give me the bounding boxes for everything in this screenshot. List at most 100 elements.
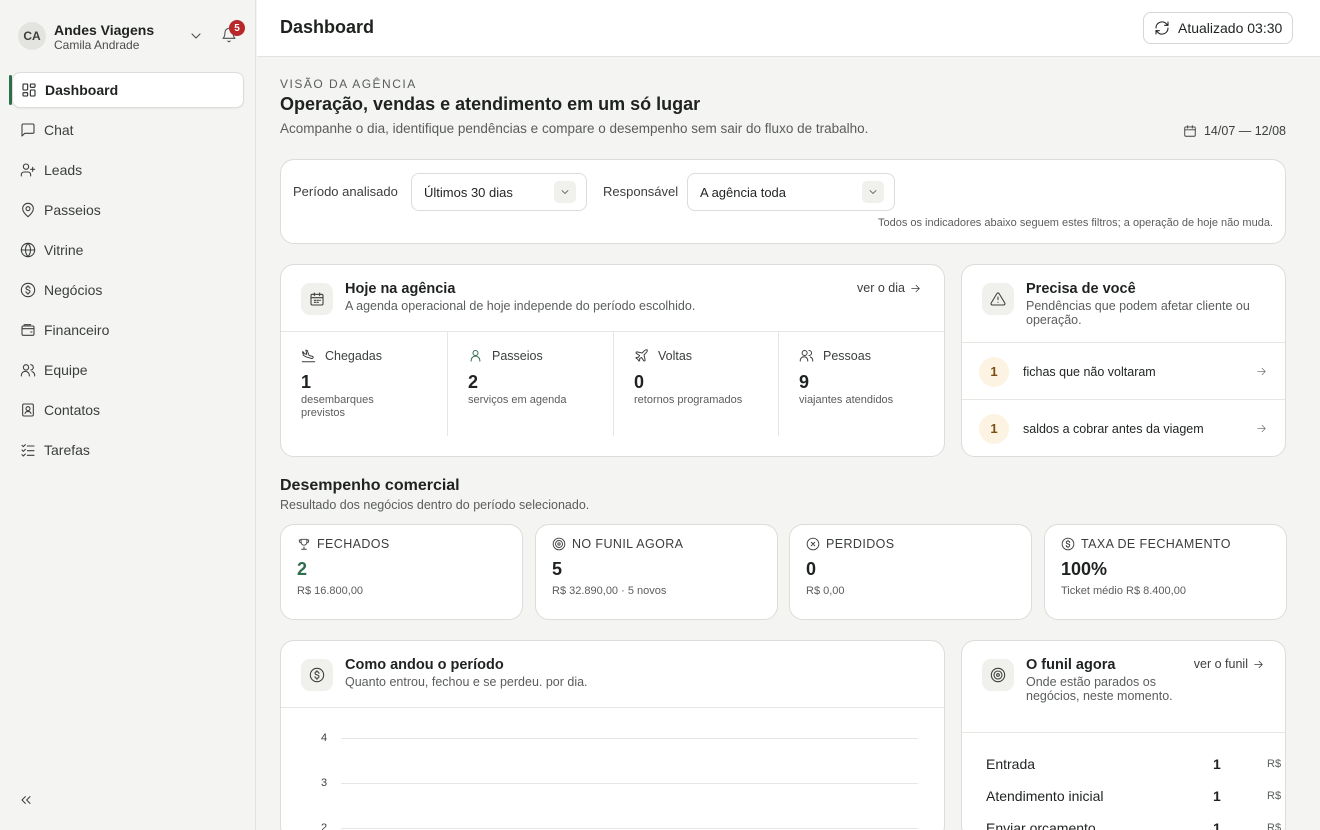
stat-label: Chegadas: [325, 348, 382, 363]
map-pin-icon: [22, 202, 34, 218]
stat-value: 1: [301, 372, 312, 392]
kpi-no-funil: NO FUNIL AGORA 5 R$ 32.890,00 · 5 novos: [535, 524, 778, 620]
sidebar-item-leads[interactable]: Leads: [12, 152, 244, 188]
stat-passeios: Passeios 2 serviços em agenda: [447, 332, 613, 436]
sidebar-item-label: Leads: [44, 162, 83, 178]
today-title: Hoje na agência: [345, 281, 456, 297]
kpi-label: NO FUNIL AGORA: [572, 537, 684, 551]
period-chart-subtitle: Quanto entrou, fechou e se perdeu. por d…: [345, 675, 588, 689]
see-day-label: ver o dia: [857, 281, 905, 295]
today-card: Hoje na agência A agenda operacional de …: [280, 264, 945, 457]
sidebar-item-passeios[interactable]: Passeios: [12, 192, 244, 228]
top-bar: Dashboard Atualizado 03:30: [257, 0, 1320, 57]
user-icon: [470, 350, 481, 362]
sidebar-item-equipe[interactable]: Equipe: [12, 352, 244, 388]
stat-value: 2: [468, 372, 479, 392]
refresh-label: Atualizado 03:30: [1178, 20, 1283, 36]
notification-badge: 5: [229, 20, 245, 36]
kpi-label: PERDIDOS: [826, 537, 895, 551]
arrow-right-icon: [1254, 660, 1263, 668]
dollar-circle-icon: [301, 659, 333, 691]
funnel-title: O funil agora: [1026, 657, 1116, 673]
attention-item[interactable]: 1 fichas que não voltaram: [962, 343, 1285, 400]
page-title: Dashboard: [280, 17, 375, 37]
arrow-right-icon: [1255, 422, 1268, 435]
avatar: CA: [18, 22, 46, 50]
sidebar-item-label: Negócios: [44, 282, 103, 298]
funnel-stage: Entrada: [986, 756, 1036, 772]
stat-chegadas: Chegadas 1 desembarques previstos: [281, 332, 447, 436]
chevron-down-icon: [554, 181, 576, 203]
funnel-row[interactable]: Entrada 1 R$: [986, 756, 1285, 776]
chevron-down-icon: [862, 181, 884, 203]
collapse-sidebar-icon[interactable]: [18, 792, 34, 808]
users-icon: [20, 364, 36, 377]
sidebar-item-chat[interactable]: Chat: [12, 112, 244, 148]
sidebar-item-dashboard[interactable]: Dashboard: [9, 72, 244, 108]
funnel-row[interactable]: Enviar orçamento 1 R$: [986, 820, 1285, 830]
sidebar: CA Andes Viagens Camila Andrade 5 Dashbo…: [0, 0, 256, 830]
sidebar-item-vitrine[interactable]: Vitrine: [12, 232, 244, 268]
sidebar-item-label: Tarefas: [44, 442, 90, 458]
funnel-money: R$: [1267, 822, 1282, 830]
account-switcher[interactable]: CA Andes Viagens Camila Andrade 5: [18, 20, 248, 52]
refresh-button[interactable]: Atualizado 03:30: [1143, 12, 1294, 44]
performance-subtitle: Resultado dos negócios dentro do período…: [280, 498, 590, 512]
attention-item[interactable]: 1 saldos a cobrar antes da viagem: [962, 400, 1285, 456]
owner-select[interactable]: A agência toda: [687, 173, 895, 211]
overview-subtitle: Acompanhe o dia, identifique pendências …: [280, 121, 869, 136]
wallet-icon: [21, 324, 35, 336]
arrow-right-icon: [911, 284, 920, 292]
contact-card-icon: [22, 403, 34, 417]
kpi-sub: R$ 16.800,00: [297, 585, 364, 597]
stat-value: 9: [799, 372, 810, 392]
sidebar-item-label: Dashboard: [45, 82, 119, 98]
performance-title: Desempenho comercial: [280, 477, 460, 494]
plane-landing-icon: [301, 349, 316, 363]
kpi-label: FECHADOS: [317, 537, 390, 551]
y-tick: 3: [321, 777, 328, 789]
warning-icon: [982, 283, 1014, 315]
funnel-count: 1: [1213, 820, 1221, 830]
period-select[interactable]: Últimos 30 dias: [411, 173, 587, 211]
period-chart-card: Como andou o período Quanto entrou, fech…: [280, 640, 945, 830]
owner-label: Responsável: [603, 184, 679, 199]
user-plus-icon: [20, 163, 36, 177]
period-label: Período analisado: [293, 184, 398, 199]
attention-text: fichas que não voltaram: [1023, 364, 1156, 379]
calendar-icon: [301, 283, 333, 315]
user-name: Camila Andrade: [54, 38, 140, 52]
attention-count: 1: [979, 356, 1009, 387]
chevron-down-icon[interactable]: [188, 28, 204, 44]
section-eyebrow: VISÃO DA AGÊNCIA: [280, 77, 417, 91]
kpi-label: TAXA DE FECHAMENTO: [1081, 537, 1231, 551]
sidebar-item-label: Equipe: [44, 362, 88, 378]
y-tick: 4: [321, 732, 328, 744]
stat-sub: desembarques previstos: [301, 394, 374, 419]
funnel-row[interactable]: Atendimento inicial 1 R$: [986, 788, 1285, 808]
funnel-subtitle: Onde estão parados os negócios, neste mo…: [1026, 675, 1173, 703]
sidebar-item-label: Passeios: [44, 202, 101, 218]
sidebar-item-financeiro[interactable]: Financeiro: [12, 312, 244, 348]
kpi-value: 100%: [1061, 559, 1108, 579]
funnel-money: R$: [1267, 790, 1282, 802]
checklist-icon: [21, 444, 35, 457]
refresh-icon: [1155, 21, 1169, 35]
kpi-value: 5: [552, 559, 563, 579]
period-chart-title: Como andou o período: [345, 657, 504, 673]
sidebar-item-negocios[interactable]: Negócios: [12, 272, 244, 308]
see-day-link[interactable]: ver o dia: [857, 281, 922, 295]
stat-pessoas: Pessoas 9 viajantes atendidos: [778, 332, 944, 436]
kpi-sub: Ticket médio R$ 8.400,00: [1061, 585, 1186, 597]
sidebar-item-contatos[interactable]: Contatos: [12, 392, 244, 428]
sidebar-item-tarefas[interactable]: Tarefas: [12, 432, 244, 468]
see-funnel-link[interactable]: ver o funil: [1194, 657, 1265, 671]
dollar-circle-icon: [1061, 537, 1075, 551]
kpi-sub: R$ 32.890,00 · 5 novos: [552, 585, 667, 597]
trophy-icon: [298, 538, 310, 550]
funnel-money: R$: [1267, 758, 1282, 770]
gridline: [341, 828, 918, 829]
x-circle-icon: [806, 537, 820, 551]
target-icon: [552, 537, 566, 551]
overview-title: Operação, vendas e atendimento em um só …: [280, 94, 701, 114]
